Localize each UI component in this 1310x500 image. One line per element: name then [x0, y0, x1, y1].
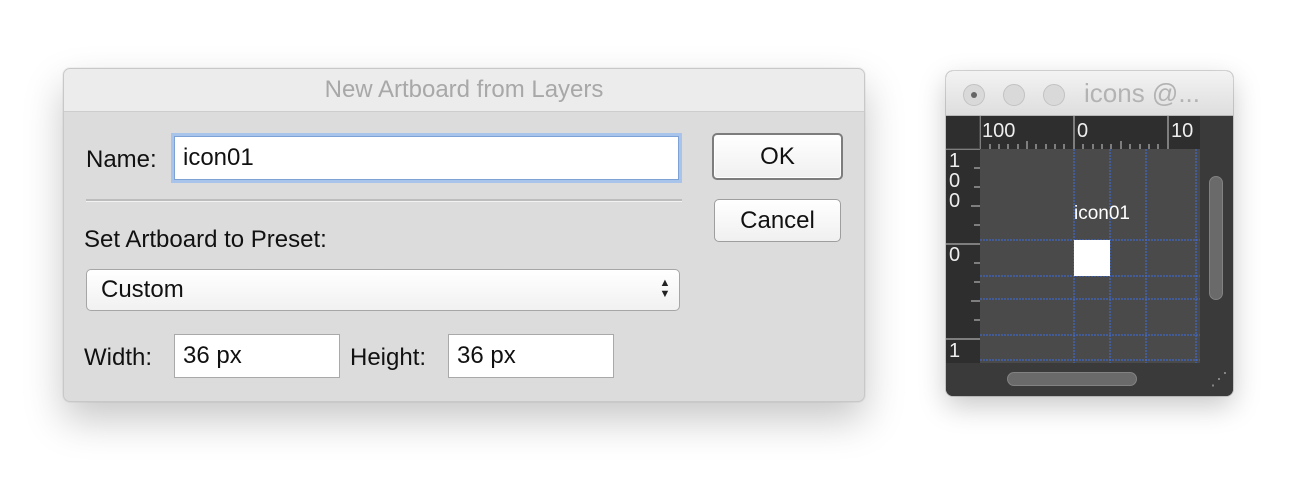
- resize-grip-icon[interactable]: ⋰: [1200, 363, 1233, 396]
- ruler-left-label: 0: [949, 244, 961, 266]
- cancel-button[interactable]: Cancel: [714, 199, 841, 242]
- separator: [86, 199, 682, 202]
- preset-select[interactable]: Custom ▲ ▼: [86, 269, 680, 311]
- horizontal-scrollbar[interactable]: [946, 363, 1200, 396]
- ok-button-label: OK: [760, 142, 795, 170]
- window-title: icons @...: [1084, 78, 1200, 108]
- chevron-updown-icon: ▲ ▼: [659, 277, 671, 300]
- ruler-corner: [946, 116, 980, 149]
- minimize-icon[interactable]: [1003, 84, 1025, 106]
- ruler-top-label: 100: [982, 120, 1016, 142]
- preset-select-value: Custom: [101, 276, 184, 303]
- name-input[interactable]: [174, 136, 679, 180]
- zoom-icon[interactable]: [1043, 84, 1065, 106]
- ruler-vertical[interactable]: 1 0 0 0 1: [946, 149, 980, 363]
- preset-label: Set Artboard to Preset:: [84, 226, 327, 253]
- name-label: Name:: [86, 146, 157, 173]
- ruler-horizontal[interactable]: 100 0 10: [980, 116, 1200, 149]
- canvas-area[interactable]: icon01: [980, 149, 1200, 363]
- new-artboard-dialog: New Artboard from Layers Name: Set Artbo…: [63, 68, 865, 402]
- cancel-button-label: Cancel: [740, 206, 815, 234]
- ruler-top-label: 10: [1171, 120, 1194, 142]
- ruler-left-label: 1: [949, 340, 961, 362]
- artboard-label[interactable]: icon01: [1074, 203, 1130, 225]
- dialog-titlebar: New Artboard from Layers: [64, 69, 864, 112]
- ruler-left-label: 1 0 0: [949, 150, 961, 212]
- height-input[interactable]: [448, 334, 614, 378]
- width-label: Width:: [84, 344, 153, 371]
- dialog-title: New Artboard from Layers: [324, 76, 604, 103]
- ok-button[interactable]: OK: [712, 133, 843, 180]
- document-window: icons @... 100 0 10 1 0 0 0 1 icon01 ⋰: [946, 71, 1233, 396]
- width-input[interactable]: [174, 334, 340, 378]
- close-icon[interactable]: [963, 84, 985, 106]
- height-label: Height:: [350, 344, 427, 371]
- window-titlebar: icons @...: [946, 71, 1233, 116]
- horizontal-scroll-thumb[interactable]: [1007, 372, 1137, 386]
- vertical-scroll-thumb[interactable]: [1209, 176, 1223, 300]
- vertical-scrollbar[interactable]: [1200, 116, 1233, 363]
- ruler-top-label: 0: [1077, 120, 1089, 142]
- artboard[interactable]: [1074, 240, 1110, 276]
